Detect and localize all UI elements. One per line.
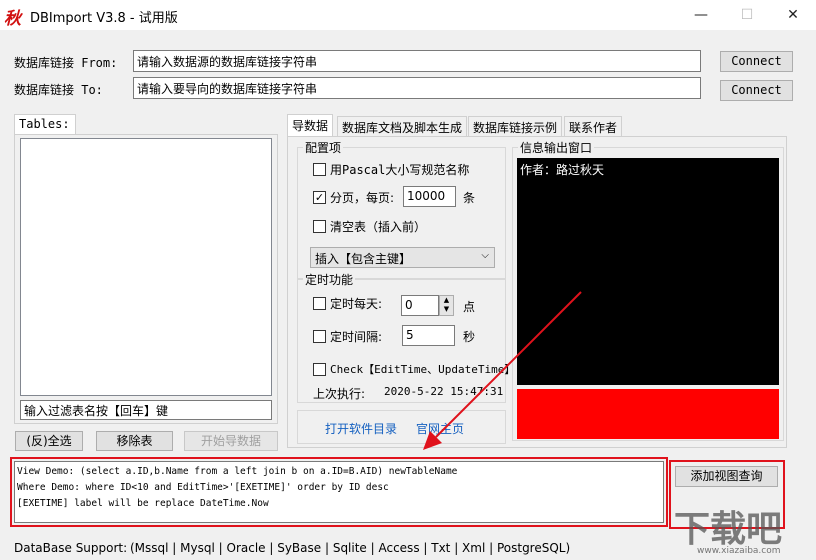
view-demo-line: View Demo: (select a.ID,b.Name from a le…	[17, 466, 458, 477]
exetime-note-line: [EXETIME] label will be replace DateTime…	[17, 498, 269, 509]
where-demo-line: Where Demo: where ID<10 and EditTime>'[E…	[17, 482, 389, 493]
view-query-input[interactable]: View Demo: (select a.ID,b.Name from a le…	[14, 461, 664, 523]
watermark-url: www.xiazaiba.com	[697, 546, 781, 556]
db-support-list: (Mssql | Mysql | Oracle | SyBase | Sqlit…	[130, 541, 571, 555]
add-view-query-button[interactable]: 添加视图查询	[675, 466, 778, 487]
db-support-label: DataBase Support:	[14, 541, 128, 555]
watermark-brand: 下载吧	[674, 509, 783, 550]
